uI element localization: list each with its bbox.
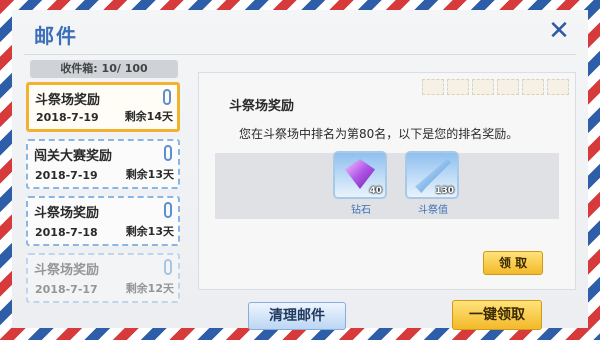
reward-box: 40 钻石 130 斗祭值 (215, 151, 559, 219)
inbox-count: 收件箱: 10/ 100 (30, 60, 178, 78)
title-divider (24, 54, 576, 55)
mail-remaining: 剩余12天 (125, 282, 174, 295)
stamp-icon (447, 79, 469, 95)
reward-name: 钻石 (351, 205, 371, 216)
claim-button[interactable]: 领 取 (483, 251, 543, 275)
mail-detail: 斗祭场奖励 您在斗祭场中排名为第80名，以下是您的排名奖励。 40 钻石 130… (198, 72, 576, 290)
mail-date: 2018-7-18 (35, 226, 98, 239)
reward-tile: 130 (405, 151, 459, 199)
mail-remaining: 剩余13天 (125, 168, 174, 181)
mail-list: 斗祭场奖励 2018-7-19 剩余14天 闯关大赛奖励 2018-7-19 剩… (26, 82, 184, 310)
stamp-row (419, 79, 569, 99)
reward-name: 斗祭值 (418, 205, 448, 216)
reward-item[interactable]: 130 斗祭值 (405, 151, 461, 217)
detail-title: 斗祭场奖励 (229, 99, 295, 114)
mail-title: 斗祭场奖励 (35, 93, 101, 108)
reward-qty: 40 (369, 186, 382, 196)
stamp-icon (422, 79, 444, 95)
attachment-clip-icon (163, 89, 171, 105)
mail-item[interactable]: 斗祭场奖励 2018-7-17 剩余12天 (26, 253, 180, 303)
stamp-icon (472, 79, 494, 95)
mail-date: 2018-7-19 (35, 169, 98, 182)
mail-item[interactable]: 斗祭场奖励 2018-7-18 剩余13天 (26, 196, 180, 246)
reward-tile: 40 (333, 151, 387, 199)
claim-all-button[interactable]: 一键领取 (452, 300, 542, 330)
close-icon[interactable]: ✕ (546, 18, 572, 44)
mail-remaining: 剩余13天 (125, 225, 174, 238)
mail-date: 2018-7-19 (36, 111, 99, 124)
window-title: 邮件 (34, 24, 78, 48)
mail-title: 斗祭场奖励 (34, 206, 100, 221)
attachment-clip-icon (164, 202, 172, 218)
stamp-icon (522, 79, 544, 95)
gem-icon (345, 159, 375, 189)
mail-item[interactable]: 闯关大赛奖励 2018-7-19 剩余13天 (26, 139, 180, 189)
mail-date: 2018-7-17 (35, 283, 98, 296)
mail-title: 闯关大赛奖励 (34, 149, 113, 164)
mail-panel: 邮件 ✕ 收件箱: 10/ 100 斗祭场奖励 2018-7-19 剩余14天 … (12, 10, 588, 330)
stamp-icon (547, 79, 569, 95)
mail-item[interactable]: 斗祭场奖励 2018-7-19 剩余14天 (26, 82, 180, 132)
clean-mail-button[interactable]: 清理邮件 (248, 302, 346, 330)
detail-body: 您在斗祭场中排名为第80名，以下是您的排名奖励。 (239, 127, 519, 141)
attachment-clip-icon (164, 259, 172, 275)
mail-title: 斗祭场奖励 (34, 263, 100, 278)
mail-remaining: 剩余14天 (124, 110, 173, 123)
reward-qty: 130 (435, 186, 454, 196)
attachment-clip-icon (164, 145, 172, 161)
stamp-icon (497, 79, 519, 95)
reward-item[interactable]: 40 钻石 (333, 151, 389, 217)
